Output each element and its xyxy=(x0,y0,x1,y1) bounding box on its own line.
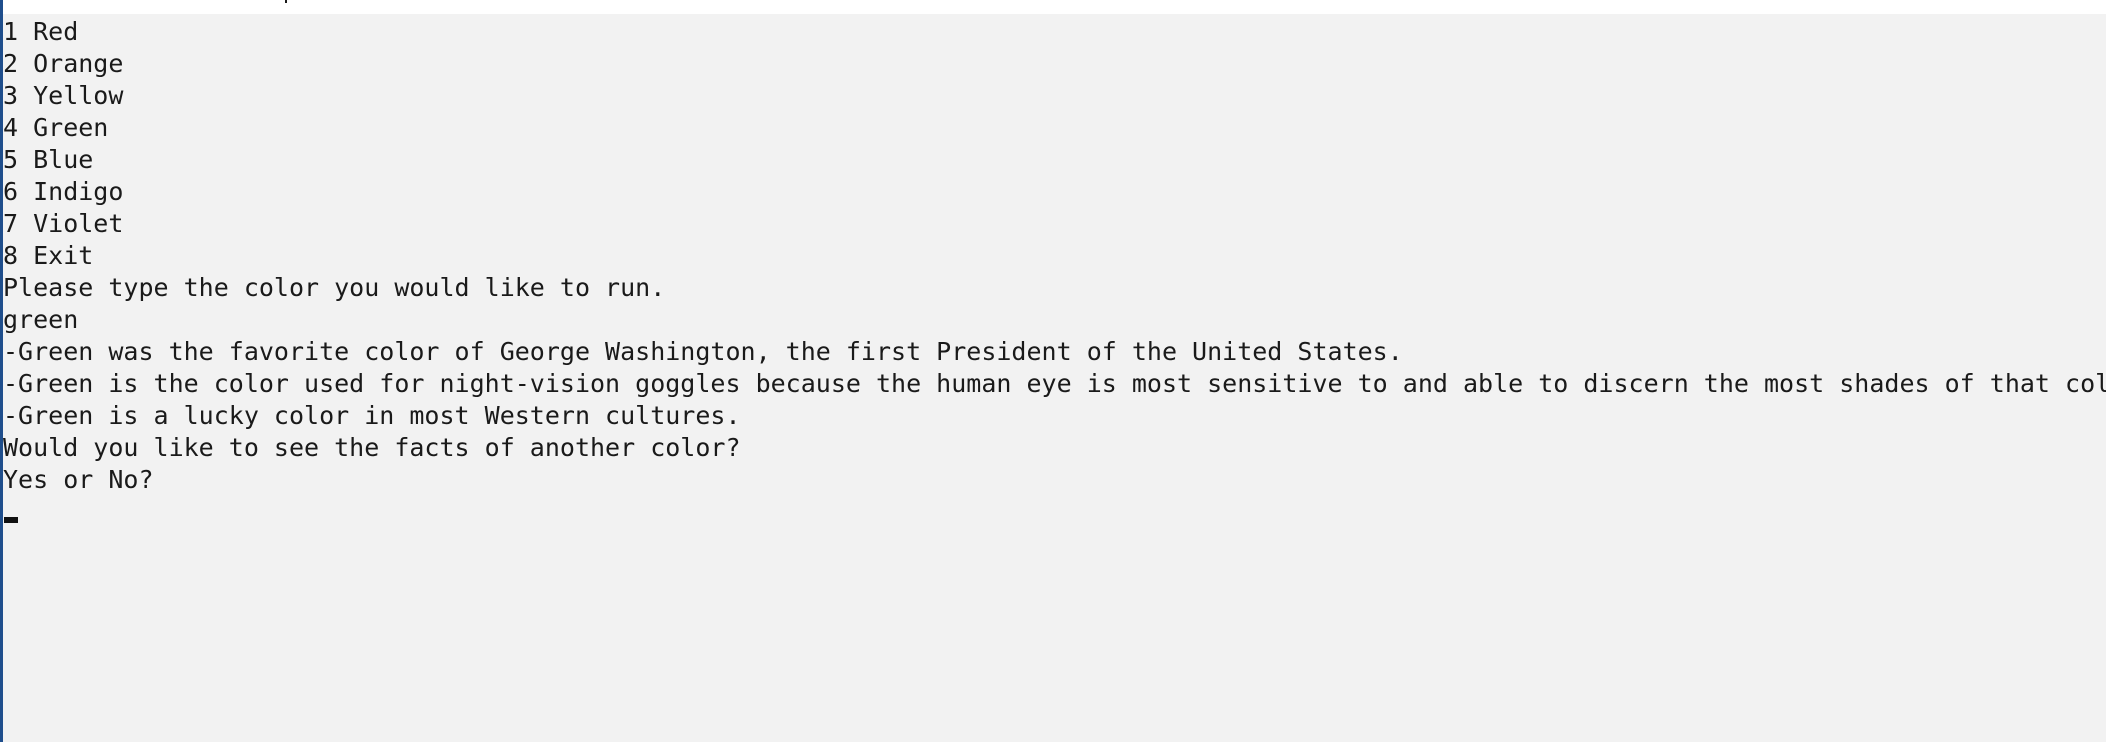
menu-item-blue: 5 Blue xyxy=(3,145,94,174)
top-strip-mark xyxy=(285,0,287,3)
text-cursor[interactable] xyxy=(4,517,18,523)
window-top-strip xyxy=(0,0,2106,14)
color-prompt: Please type the color you would like to … xyxy=(3,273,666,302)
menu-item-yellow: 3 Yellow xyxy=(3,81,124,110)
console-output[interactable]: 1 Red 2 Orange 3 Yellow 4 Green 5 Blue 6… xyxy=(3,14,2106,742)
fact-line: -Green was the favorite color of George … xyxy=(3,337,1403,366)
menu-item-exit: 8 Exit xyxy=(3,241,94,270)
menu-item-green: 4 Green xyxy=(3,113,109,142)
user-input-echo: green xyxy=(3,305,79,334)
yes-no-prompt: Yes or No? xyxy=(3,465,154,494)
menu-item-orange: 2 Orange xyxy=(3,49,124,78)
menu-item-violet: 7 Violet xyxy=(3,209,124,238)
followup-question: Would you like to see the facts of anoth… xyxy=(3,433,741,462)
menu-item-red: 1 Red xyxy=(3,17,79,46)
fact-line: -Green is a lucky color in most Western … xyxy=(3,401,741,430)
fact-line: -Green is the color used for night-visio… xyxy=(3,369,2106,398)
menu-item-indigo: 6 Indigo xyxy=(3,177,124,206)
